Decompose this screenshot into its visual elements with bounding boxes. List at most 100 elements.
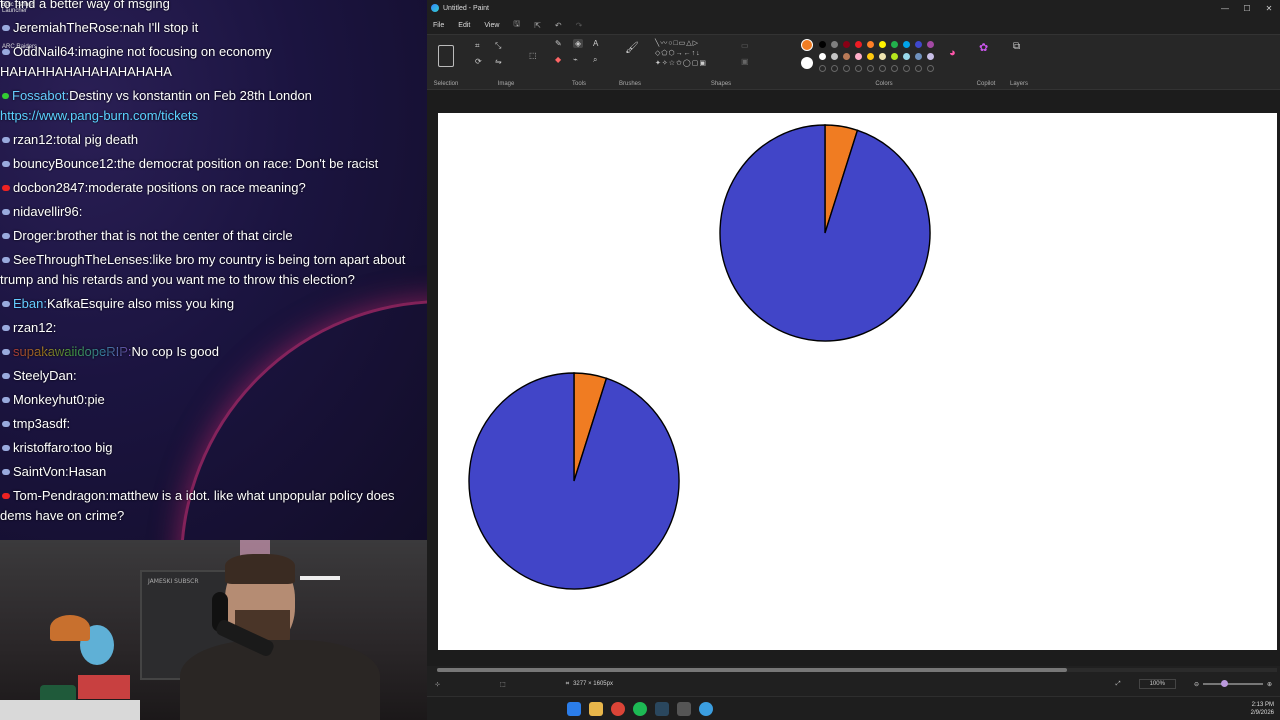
start-icon[interactable] (567, 702, 581, 716)
outline-icon[interactable]: ▭ (741, 41, 749, 50)
horizontal-scrollbar[interactable] (437, 668, 1277, 672)
save-icon[interactable]: 🖫 (513, 18, 520, 32)
chat-username[interactable]: rzan12: (13, 132, 56, 147)
file-explorer-icon[interactable] (589, 702, 603, 716)
group-label-brushes: Brushes (618, 81, 641, 87)
crop-icon[interactable]: ⌗ (475, 41, 480, 51)
chat-username[interactable]: rzan12: (13, 320, 56, 335)
scrollbar-thumb[interactable] (437, 668, 1067, 672)
custom-color-slot[interactable] (891, 65, 898, 72)
palette-color[interactable] (867, 53, 874, 60)
chat-username[interactable]: Eban: (13, 296, 47, 311)
chat-username[interactable]: SaintVon: (13, 464, 69, 479)
menu-file[interactable]: File (433, 22, 444, 29)
spotify-icon[interactable] (633, 702, 647, 716)
undo-icon[interactable]: ↶ (555, 21, 562, 30)
menu-view[interactable]: View (484, 22, 499, 29)
palette-color[interactable] (819, 53, 826, 60)
custom-color-slot[interactable] (903, 65, 910, 72)
custom-color-slot[interactable] (879, 65, 886, 72)
brush-icon[interactable]: 🖌 (625, 41, 639, 54)
shape-gallery[interactable]: ╲〰○□▭△▷ ◇⬠⬡→←↑↓ ✦✧☆✩◯▢▣ (655, 39, 731, 69)
menu-edit[interactable]: Edit (458, 22, 470, 29)
redo-icon[interactable]: ↷ (576, 21, 583, 30)
chat-username[interactable]: kristoffaro: (13, 440, 73, 455)
custom-color-slot[interactable] (915, 65, 922, 72)
custom-color-slot[interactable] (843, 65, 850, 72)
app-icon[interactable] (677, 702, 691, 716)
palette-color[interactable] (891, 53, 898, 60)
chat-username[interactable]: docbon2847: (13, 180, 88, 195)
steam-icon[interactable] (655, 702, 669, 716)
color-picker-icon[interactable]: ⌁ (573, 55, 578, 64)
chat-username[interactable]: tmp3asdf: (13, 416, 70, 431)
palette-color[interactable] (879, 53, 886, 60)
zoom-slider[interactable] (1202, 680, 1263, 687)
close-button[interactable]: ✕ (1258, 4, 1280, 13)
minimize-button[interactable]: — (1214, 4, 1236, 13)
palette-color[interactable] (927, 53, 934, 60)
maximize-button[interactable]: ☐ (1236, 4, 1258, 13)
clock-date[interactable]: 2/9/2026 (1251, 709, 1274, 717)
desktop-icon-epic[interactable]: Epic Games Launcher (2, 2, 42, 14)
zoom-slider-handle[interactable] (1220, 680, 1228, 687)
palette-color[interactable] (843, 41, 850, 48)
zoom-out-icon[interactable]: ⊖ (1194, 681, 1199, 688)
custom-color-slot[interactable] (855, 65, 862, 72)
pencil-icon[interactable]: ✎ (555, 39, 562, 48)
chat-link[interactable]: https://www.pang-burn.com/tickets (0, 108, 198, 123)
custom-color-slot[interactable] (831, 65, 838, 72)
chat-username[interactable]: Droger: (13, 228, 56, 243)
fit-icon[interactable]: ⤢ (1116, 681, 1121, 688)
chat-username[interactable]: bouncyBounce12: (13, 156, 117, 171)
resize-icon[interactable]: ⤡ (495, 41, 501, 51)
chat-username[interactable]: supakawaiidopeRIP: (13, 344, 132, 359)
chat-username[interactable]: SteelyDan: (13, 368, 77, 383)
active-color-swatch[interactable] (801, 39, 813, 51)
palette-color[interactable] (831, 53, 838, 60)
fill-icon[interactable]: ◈ (573, 39, 584, 48)
drawing-canvas[interactable] (438, 113, 1277, 650)
chrome-icon[interactable] (611, 702, 625, 716)
chat-username[interactable]: SeeThroughTheLenses: (13, 252, 152, 267)
layers-icon[interactable]: ⧉ (1013, 41, 1020, 52)
edit-colors-icon[interactable]: ◕ (949, 47, 956, 59)
select-image-icon[interactable]: ⬚ (529, 51, 537, 60)
chat-username[interactable]: Tom-Pendragon: (13, 488, 109, 503)
chat-username[interactable]: nidavellir96: (13, 204, 82, 219)
palette-color[interactable] (903, 53, 910, 60)
palette-color[interactable] (855, 41, 862, 48)
clock-time[interactable]: 2:13 PM (1251, 701, 1274, 709)
palette-color[interactable] (891, 41, 898, 48)
custom-color-slot[interactable] (867, 65, 874, 72)
paint-taskbar-icon[interactable] (699, 702, 713, 716)
chat-username[interactable]: Monkeyhut0: (13, 392, 87, 407)
rotate-icon[interactable]: ⟳ (475, 57, 482, 66)
palette-color[interactable] (819, 41, 826, 48)
magnifier-icon[interactable]: ⌕ (593, 55, 597, 65)
chat-username[interactable]: Fossabot: (12, 88, 69, 103)
palette-color[interactable] (867, 41, 874, 48)
zoom-in-icon[interactable]: ⊕ (1267, 681, 1272, 688)
secondary-color-swatch[interactable] (801, 57, 813, 69)
shape-fill-icon[interactable]: ▣ (741, 57, 749, 66)
zoom-select[interactable]: 100% (1138, 679, 1176, 689)
palette-color[interactable] (843, 53, 850, 60)
palette-color[interactable] (855, 53, 862, 60)
copilot-icon[interactable]: ✿ (979, 41, 988, 54)
flip-icon[interactable]: ⇋ (495, 57, 502, 66)
desktop-icon-arc[interactable]: ARC Raiders (2, 44, 42, 50)
text-icon[interactable]: A (593, 39, 598, 48)
palette-color[interactable] (903, 41, 910, 48)
custom-color-slot[interactable] (819, 65, 826, 72)
palette-color[interactable] (915, 41, 922, 48)
palette-color[interactable] (915, 53, 922, 60)
palette-color[interactable] (879, 41, 886, 48)
eraser-icon[interactable]: ◆ (555, 55, 561, 64)
chat-text: total pig death (56, 132, 139, 147)
selection-icon[interactable] (438, 45, 454, 67)
palette-color[interactable] (831, 41, 838, 48)
share-icon[interactable]: ⇱ (534, 21, 541, 30)
palette-color[interactable] (927, 41, 934, 48)
custom-color-slot[interactable] (927, 65, 934, 72)
